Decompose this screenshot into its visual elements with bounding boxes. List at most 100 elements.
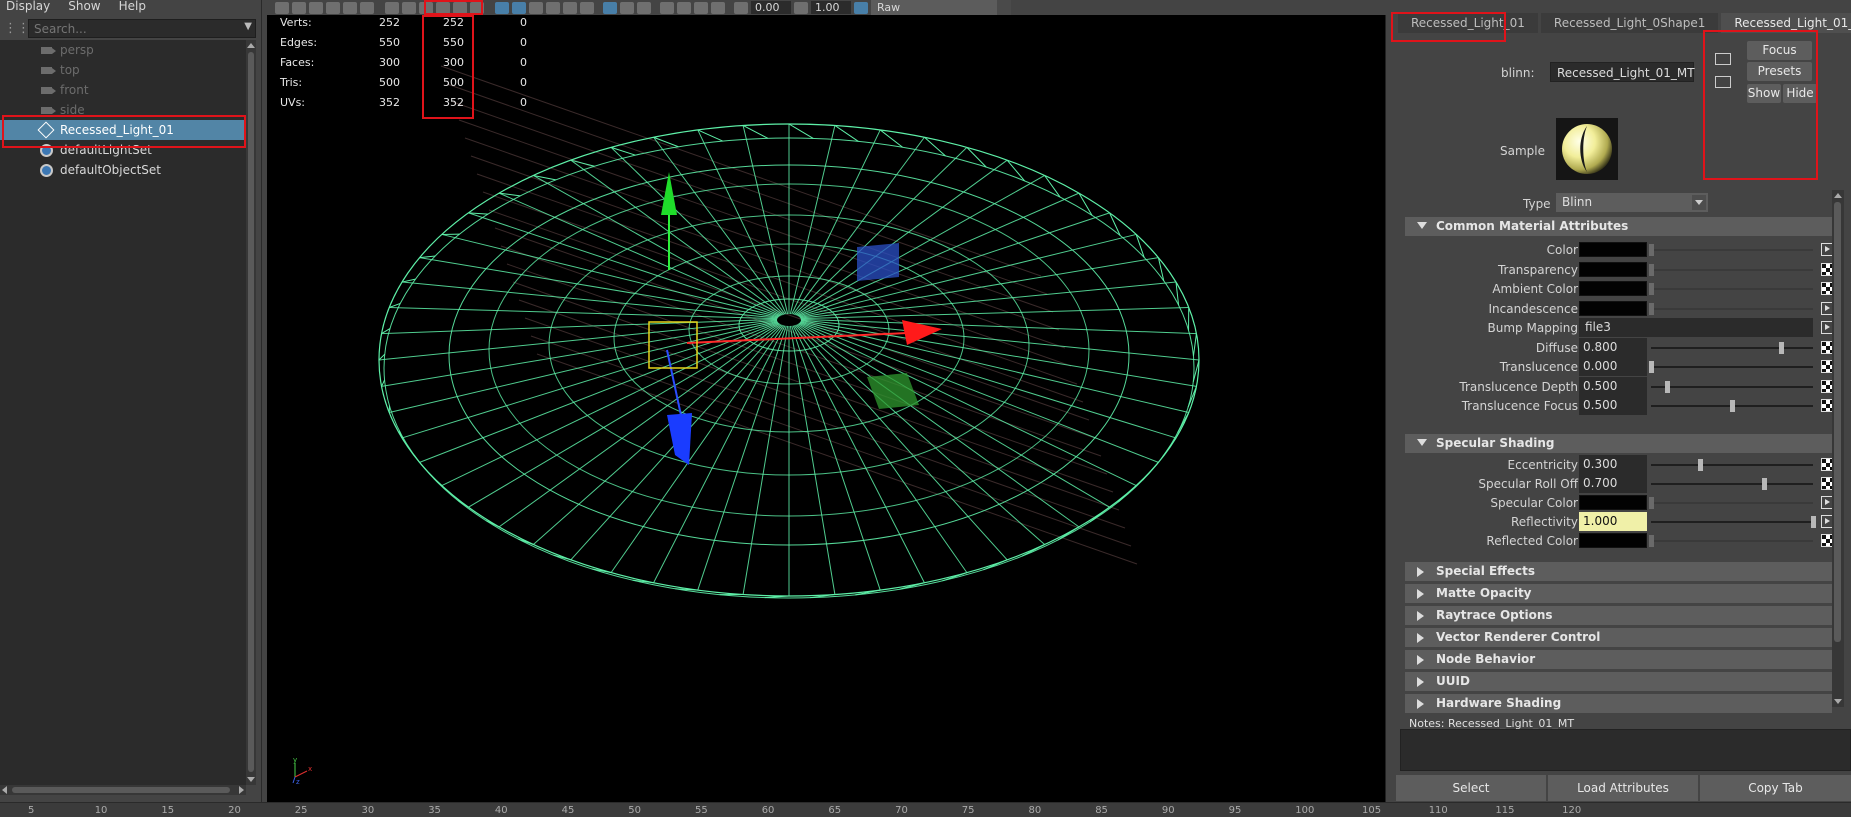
scrollbar-thumb[interactable] bbox=[12, 787, 230, 793]
slider-handle[interactable] bbox=[1649, 535, 1654, 547]
color-swatch[interactable] bbox=[1579, 281, 1647, 296]
attribute-slider[interactable] bbox=[1649, 263, 1813, 276]
numeric-field[interactable]: 0.500 bbox=[1579, 376, 1647, 396]
shadows-icon[interactable] bbox=[580, 1, 594, 14]
slider-handle[interactable] bbox=[1811, 516, 1816, 528]
outliner-item-front[interactable]: front bbox=[0, 80, 246, 100]
slider-handle[interactable] bbox=[1697, 459, 1703, 471]
numeric-field[interactable]: 0.000 bbox=[1579, 357, 1647, 376]
chevron-down-icon[interactable] bbox=[997, 0, 1011, 15]
camera-select-icon[interactable] bbox=[275, 1, 289, 14]
exposure-icon[interactable] bbox=[734, 1, 748, 14]
color-swatch[interactable] bbox=[1579, 261, 1647, 277]
presets-button[interactable]: Presets bbox=[1747, 62, 1812, 81]
section-node-behavior[interactable]: Node Behavior bbox=[1405, 650, 1832, 669]
section-matte-opacity[interactable]: Matte Opacity bbox=[1405, 584, 1832, 603]
focus-button[interactable]: Focus bbox=[1747, 41, 1812, 60]
grid-icon[interactable] bbox=[385, 1, 399, 14]
attribute-slider[interactable] bbox=[1651, 459, 1813, 471]
slider-handle[interactable] bbox=[1649, 283, 1654, 295]
anti-alias-icon[interactable] bbox=[637, 1, 651, 14]
scrollbar-thumb[interactable] bbox=[248, 52, 254, 772]
smooth-shade-icon[interactable] bbox=[512, 1, 526, 14]
slider-handle[interactable] bbox=[1762, 478, 1768, 490]
node-name-field[interactable]: Recessed_Light_01_MT bbox=[1550, 62, 1695, 82]
numeric-field[interactable]: 0.800 bbox=[1579, 337, 1647, 357]
safe-action-icon[interactable] bbox=[470, 1, 484, 14]
slider-handle[interactable] bbox=[1649, 497, 1654, 509]
scroll-up-icon[interactable] bbox=[1834, 193, 1842, 198]
attribute-slider[interactable] bbox=[1651, 516, 1816, 528]
menu-show[interactable]: Show bbox=[68, 0, 100, 14]
output-connections-icon[interactable] bbox=[1715, 76, 1731, 88]
section-specular-shading[interactable]: Specular Shading bbox=[1405, 434, 1832, 453]
section-raytrace-options[interactable]: Raytrace Options bbox=[1405, 606, 1832, 625]
slider-handle[interactable] bbox=[1778, 341, 1784, 354]
motion-blur-icon[interactable] bbox=[620, 1, 634, 14]
outliner-item-recessed-light[interactable]: Recessed_Light_01 bbox=[0, 120, 246, 140]
xray-icon[interactable] bbox=[677, 1, 691, 14]
attribute-slider[interactable] bbox=[1651, 341, 1813, 354]
outliner-horizontal-scrollbar[interactable] bbox=[0, 785, 246, 795]
color-swatch[interactable] bbox=[1579, 242, 1647, 257]
attribute-slider[interactable] bbox=[1651, 400, 1813, 412]
tab-recessed-light-shape[interactable]: Recessed_Light_0Shape1 bbox=[1540, 13, 1719, 33]
field-chart-icon[interactable] bbox=[453, 1, 467, 14]
outliner-vertical-scrollbar[interactable] bbox=[246, 40, 256, 785]
resolution-gate-icon[interactable] bbox=[419, 1, 433, 14]
image-plane-icon[interactable] bbox=[326, 1, 340, 14]
type-dropdown[interactable]: Blinn bbox=[1556, 193, 1708, 212]
scroll-left-icon[interactable] bbox=[2, 786, 7, 794]
scroll-down-icon[interactable] bbox=[1834, 699, 1842, 704]
attribute-slider[interactable] bbox=[1649, 283, 1813, 295]
wireframe-mesh[interactable] bbox=[267, 15, 1386, 802]
bookmark-icon[interactable] bbox=[309, 1, 323, 14]
textured-icon[interactable] bbox=[546, 1, 560, 14]
notes-field[interactable] bbox=[1400, 729, 1851, 771]
outliner-item-top[interactable]: top bbox=[0, 60, 246, 80]
copy-tab-button[interactable]: Copy Tab bbox=[1700, 775, 1851, 801]
wireframe-icon[interactable] bbox=[495, 1, 509, 14]
slider-handle[interactable] bbox=[1730, 400, 1735, 412]
slider-handle[interactable] bbox=[1649, 263, 1654, 276]
screen-space-ao-icon[interactable] bbox=[603, 1, 617, 14]
numeric-field[interactable]: 0.500 bbox=[1579, 396, 1647, 415]
scroll-right-icon[interactable] bbox=[239, 786, 244, 794]
connected-node-field[interactable]: file3 bbox=[1579, 318, 1813, 337]
color-management-icon[interactable] bbox=[854, 1, 868, 14]
scrollbar-thumb[interactable] bbox=[1834, 202, 1841, 642]
slider-handle[interactable] bbox=[1649, 361, 1654, 373]
hide-button[interactable]: Hide bbox=[1783, 84, 1817, 103]
attribute-slider[interactable] bbox=[1649, 361, 1813, 373]
section-special-effects[interactable]: Special Effects bbox=[1405, 562, 1832, 581]
gamma-field[interactable]: 1.00 bbox=[811, 1, 851, 14]
attribute-slider[interactable] bbox=[1649, 497, 1813, 509]
section-uuid[interactable]: UUID bbox=[1405, 672, 1832, 691]
slider-handle[interactable] bbox=[1665, 380, 1671, 393]
attribute-slider[interactable] bbox=[1649, 244, 1813, 256]
outliner-item-persp[interactable]: persp bbox=[0, 40, 246, 60]
gate-mask-icon[interactable] bbox=[436, 1, 450, 14]
tab-recessed-light-material[interactable]: Recessed_Light_01_MT bbox=[1721, 13, 1851, 33]
lighting-icon[interactable] bbox=[563, 1, 577, 14]
time-slider[interactable]: 5 10 15 20 25 30 35 40 45 50 55 60 65 70 75 80 85 90 95 100… bbox=[0, 802, 1851, 817]
scroll-down-icon[interactable] bbox=[247, 777, 255, 782]
color-swatch[interactable] bbox=[1579, 300, 1647, 316]
attribute-slider[interactable] bbox=[1649, 535, 1813, 547]
gamma-icon[interactable] bbox=[794, 1, 808, 14]
exposure-field[interactable]: 0.00 bbox=[751, 1, 791, 14]
section-hardware-shading[interactable]: Hardware Shading bbox=[1405, 694, 1832, 713]
select-button[interactable]: Select bbox=[1396, 775, 1546, 801]
isolate-select-icon[interactable] bbox=[660, 1, 674, 14]
2d-pan-zoom-icon[interactable] bbox=[343, 1, 357, 14]
color-swatch[interactable] bbox=[1579, 495, 1647, 510]
viewport-3d[interactable]: Verts: 252 252 0 Edges: 550 550 0 Faces:… bbox=[267, 15, 1386, 802]
outliner-item-side[interactable]: side bbox=[0, 100, 246, 120]
chevron-down-icon[interactable]: ▼ bbox=[244, 21, 252, 32]
search-input[interactable] bbox=[28, 19, 256, 38]
scroll-up-icon[interactable] bbox=[247, 43, 255, 48]
wireframe-on-shaded-icon[interactable] bbox=[529, 1, 543, 14]
menu-display[interactable]: Display bbox=[6, 0, 50, 14]
outliner-item-default-object-set[interactable]: defaultObjectSet bbox=[0, 160, 246, 180]
section-vector-renderer-control[interactable]: Vector Renderer Control bbox=[1405, 628, 1832, 647]
